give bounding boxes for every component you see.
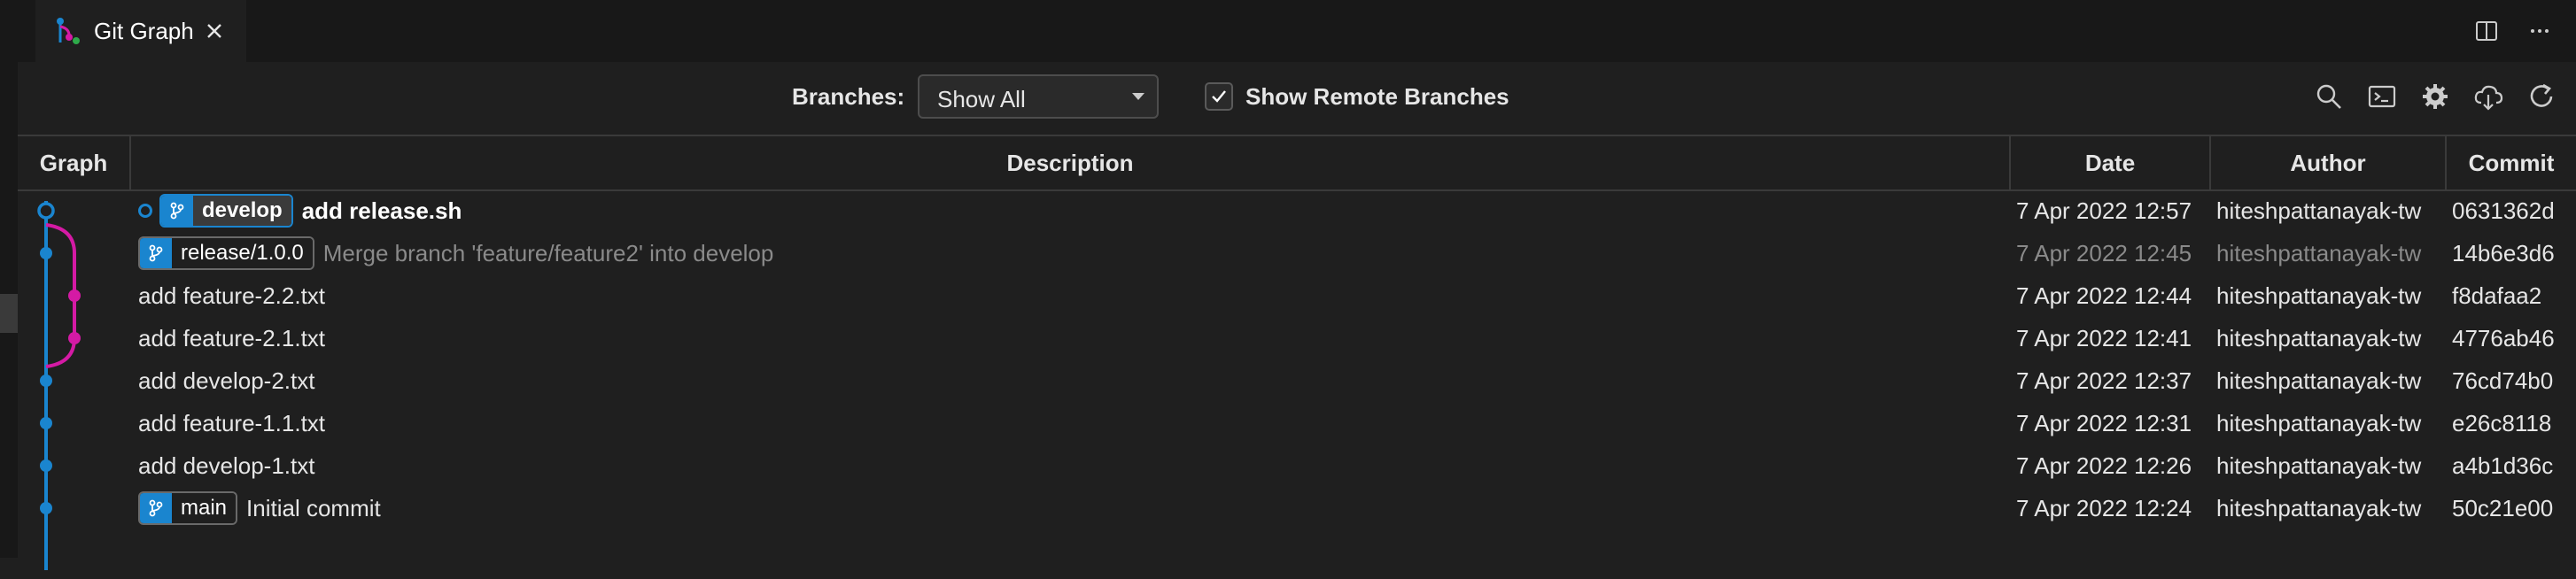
commit-author: hiteshpattanayak-tw xyxy=(2216,325,2422,351)
commit-row[interactable]: add feature-2.1.txt 7 Apr 2022 12:41 hites… xyxy=(18,317,2576,359)
activity-bar-indicator xyxy=(0,294,18,333)
branch-ref-badge[interactable]: release/1.0.0 xyxy=(138,236,314,270)
checkmark-icon xyxy=(1212,90,1226,103)
branches-dropdown-value: Show All xyxy=(937,86,1026,112)
tab-bar: Git Graph xyxy=(18,0,2576,62)
tab-title: Git Graph xyxy=(94,17,194,44)
column-header-graph[interactable]: Graph xyxy=(18,136,131,189)
commit-date: 7 Apr 2022 12:44 xyxy=(2016,282,2192,309)
commit-date: 7 Apr 2022 12:57 xyxy=(2016,197,2192,224)
commit-hash: 4776ab46 xyxy=(2452,325,2555,351)
commit-date: 7 Apr 2022 12:24 xyxy=(2016,495,2192,521)
commit-description: main Initial commit xyxy=(138,487,381,529)
commit-author: hiteshpattanayak-tw xyxy=(2216,240,2422,266)
controls-bar: Branches: Show All Show Remote Branches xyxy=(18,62,2576,133)
commit-author: hiteshpattanayak-tw xyxy=(2216,495,2422,521)
commit-description: develop add release.sh xyxy=(138,189,462,232)
branch-ref-badge[interactable]: develop xyxy=(159,194,293,228)
git-branch-icon xyxy=(140,238,172,268)
commit-message: Initial commit xyxy=(246,494,381,521)
commit-message: add feature-2.1.txt xyxy=(138,324,326,351)
commit-hash: e26c8118 xyxy=(2452,410,2552,436)
column-header-date[interactable]: Date xyxy=(2011,136,2211,189)
commit-description: add develop-2.txt xyxy=(138,359,314,402)
cloud-download-icon[interactable] xyxy=(2473,81,2503,112)
commit-hash: 0631362d xyxy=(2452,197,2555,224)
activity-bar-edge xyxy=(0,0,18,558)
git-branch-icon xyxy=(161,196,193,226)
commit-author: hiteshpattanayak-tw xyxy=(2216,410,2422,436)
gear-icon[interactable] xyxy=(2420,81,2450,112)
search-icon[interactable] xyxy=(2314,81,2344,112)
commit-row[interactable]: add feature-1.1.txt 7 Apr 2022 12:31 hites… xyxy=(18,402,2576,444)
tab-git-graph[interactable]: Git Graph xyxy=(35,0,246,62)
git-graph-view: Branches: Show All Show Remote Branches xyxy=(18,62,2576,570)
branches-dropdown[interactable]: Show All xyxy=(918,74,1159,119)
commit-date: 7 Apr 2022 12:37 xyxy=(2016,367,2192,394)
refresh-icon[interactable] xyxy=(2526,81,2557,112)
close-icon[interactable] xyxy=(202,19,227,43)
commit-row[interactable]: main Initial commit 7 Apr 2022 12:24 hitesh… xyxy=(18,487,2576,529)
commit-row[interactable]: add develop-1.txt 7 Apr 2022 12:26 hiteshp… xyxy=(18,444,2576,487)
caret-down-icon xyxy=(1132,93,1144,100)
show-remote-branches-label[interactable]: Show Remote Branches xyxy=(1245,83,1509,111)
branches-label: Branches: xyxy=(792,83,905,110)
column-header-author[interactable]: Author xyxy=(2211,136,2447,189)
commit-description: release/1.0.0 Merge branch 'feature/featu… xyxy=(138,232,773,274)
branch-ref-badge[interactable]: main xyxy=(138,491,238,525)
commit-hash: 76cd74b0 xyxy=(2452,367,2554,394)
commit-date: 7 Apr 2022 12:26 xyxy=(2016,452,2192,479)
column-header-description[interactable]: Description xyxy=(131,136,2011,189)
commit-date: 7 Apr 2022 12:45 xyxy=(2016,240,2192,266)
head-indicator-icon xyxy=(138,204,152,218)
split-editor-icon[interactable] xyxy=(2473,18,2500,44)
branch-ref-name: main xyxy=(172,493,237,523)
commit-message: add feature-2.2.txt xyxy=(138,282,326,309)
commit-message: Merge branch 'feature/feature2' into dev… xyxy=(322,239,774,266)
show-remote-branches-checkbox[interactable] xyxy=(1205,82,1233,111)
commit-row[interactable]: release/1.0.0 Merge branch 'feature/featu… xyxy=(18,232,2576,274)
commit-hash: a4b1d36c xyxy=(2452,452,2554,479)
commit-row[interactable]: develop add release.sh 7 Apr 2022 12:57 hit… xyxy=(18,189,2576,232)
column-header-commit[interactable]: Commit xyxy=(2447,136,2576,189)
git-graph-icon xyxy=(57,18,80,44)
git-branch-icon xyxy=(140,493,172,523)
branch-ref-name: release/1.0.0 xyxy=(172,238,313,268)
table-header: Graph Description Date Author Commit xyxy=(18,135,2576,191)
commit-message: add feature-1.1.txt xyxy=(138,409,326,436)
more-actions-icon[interactable] xyxy=(2526,18,2553,44)
commit-description: add feature-2.1.txt xyxy=(138,317,325,359)
commit-description: add develop-1.txt xyxy=(138,444,314,487)
branch-ref-name: develop xyxy=(193,196,291,226)
commit-author: hiteshpattanayak-tw xyxy=(2216,197,2422,224)
commit-row[interactable]: add feature-2.2.txt 7 Apr 2022 12:44 hites… xyxy=(18,274,2576,317)
commit-author: hiteshpattanayak-tw xyxy=(2216,282,2422,309)
commit-hash: 50c21e00 xyxy=(2452,495,2554,521)
commit-message: add develop-2.txt xyxy=(138,367,315,394)
commit-date: 7 Apr 2022 12:31 xyxy=(2016,410,2192,436)
commit-row[interactable]: add develop-2.txt 7 Apr 2022 12:37 hiteshp… xyxy=(18,359,2576,402)
commit-hash: 14b6e3d6 xyxy=(2452,240,2555,266)
commit-message: add develop-1.txt xyxy=(138,452,315,479)
commit-description: add feature-2.2.txt xyxy=(138,274,325,317)
commit-description: add feature-1.1.txt xyxy=(138,402,325,444)
terminal-icon[interactable] xyxy=(2367,81,2397,112)
commit-date: 7 Apr 2022 12:41 xyxy=(2016,325,2192,351)
commit-hash: f8dafaa2 xyxy=(2452,282,2542,309)
commit-author: hiteshpattanayak-tw xyxy=(2216,367,2422,394)
commit-message: add release.sh xyxy=(301,197,462,224)
commit-author: hiteshpattanayak-tw xyxy=(2216,452,2422,479)
